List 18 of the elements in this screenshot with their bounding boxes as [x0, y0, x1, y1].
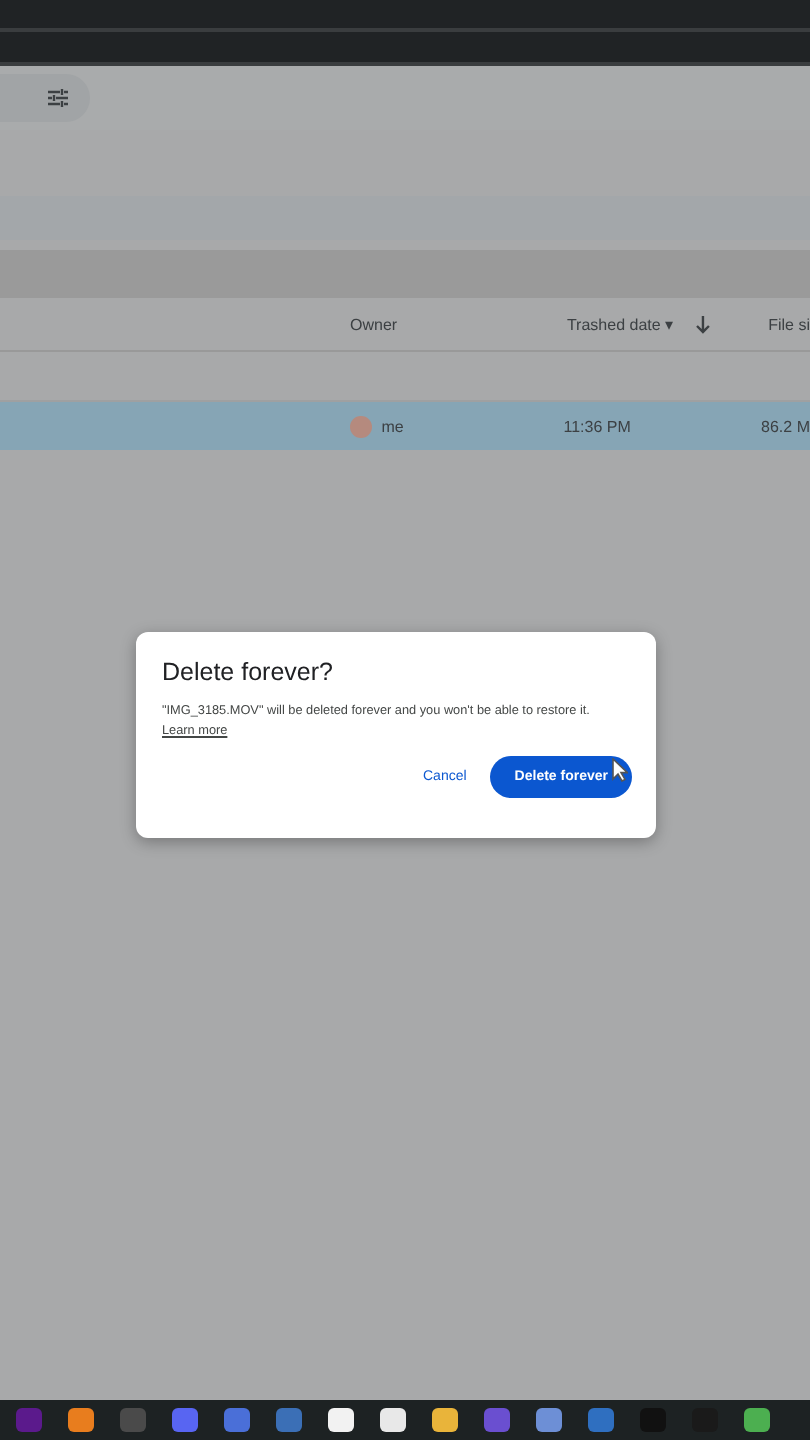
file-row[interactable]: me 11:36 PM 86.2 M: [0, 402, 810, 450]
avatar-icon: [350, 415, 372, 437]
app-icon[interactable]: [432, 1408, 458, 1432]
dialog-title: Delete forever?: [162, 658, 335, 686]
app-icon[interactable]: [68, 1408, 94, 1432]
table-cell: 86.2 M: [761, 417, 810, 435]
app-icon[interactable]: [380, 1408, 406, 1432]
app-icon[interactable]: [744, 1408, 770, 1432]
column-header[interactable]: File si: [768, 315, 810, 333]
table-cell-text: 11:36 PM: [563, 417, 633, 435]
column-header[interactable]: Trashed date ▾: [566, 315, 695, 333]
filter-button[interactable]: [0, 74, 90, 122]
app-icon[interactable]: [328, 1408, 354, 1432]
down-arrow-icon[interactable]: [694, 314, 713, 334]
column-header[interactable]: Owner: [350, 315, 567, 333]
table-cell-text: me: [381, 417, 406, 435]
cursor-icon: [612, 758, 628, 782]
sliders-icon: [46, 86, 70, 110]
